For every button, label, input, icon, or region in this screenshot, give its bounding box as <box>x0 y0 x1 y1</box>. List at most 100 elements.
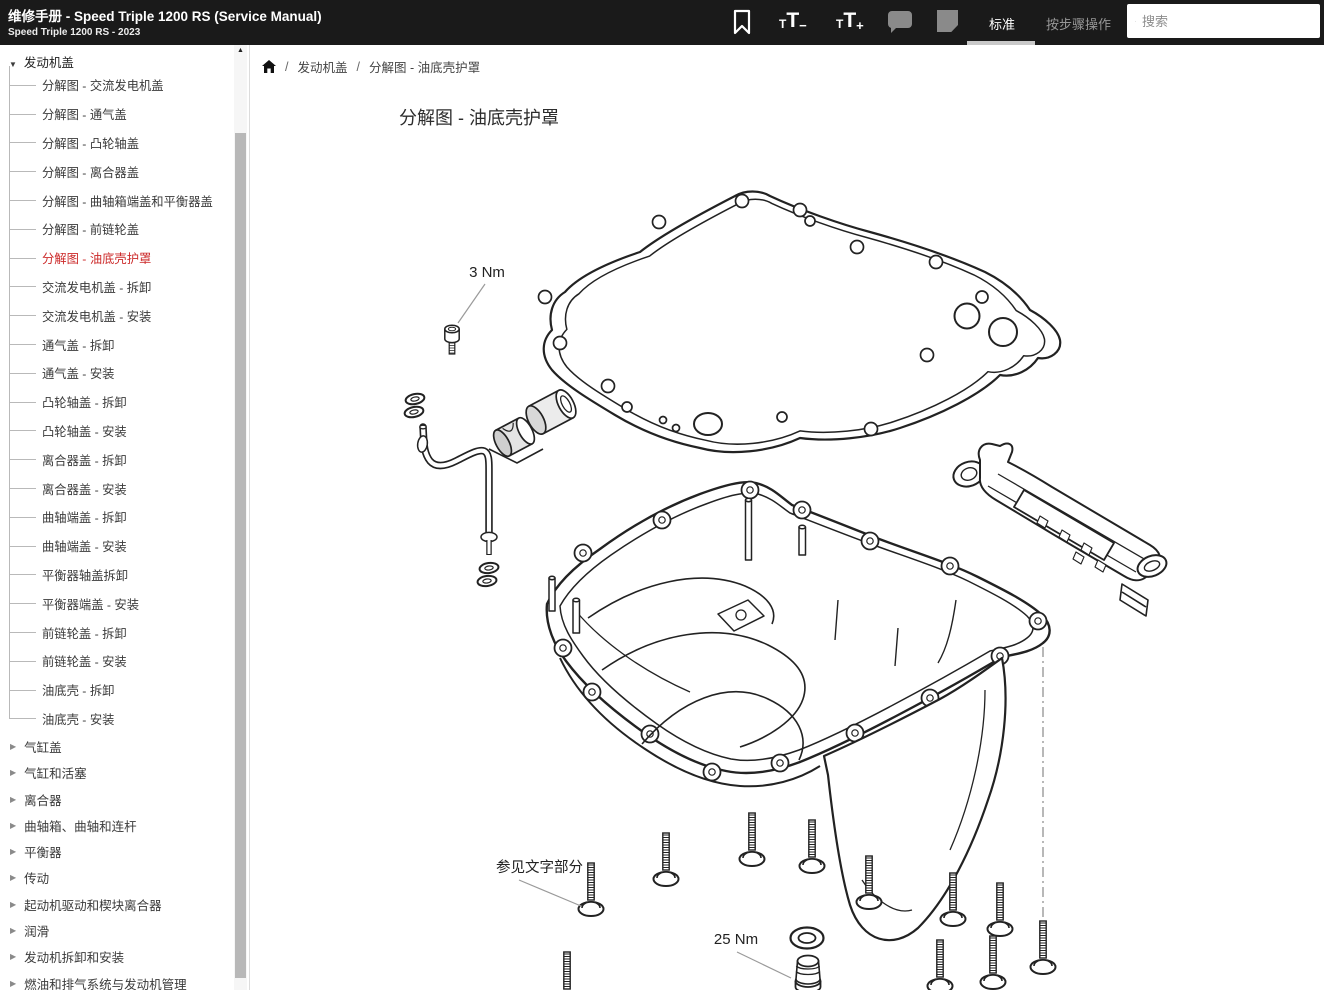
oil-sump-pan <box>547 460 1050 940</box>
sidebar-item[interactable]: 分解图 - 交流发电机盖 <box>0 71 249 100</box>
sidebar-item[interactable]: 平衡器轴盖拆卸 <box>0 561 249 590</box>
tree-connector <box>9 142 36 143</box>
font-increase-icon[interactable]: TT+ <box>836 10 864 31</box>
sidebar-scrollbar-thumb[interactable] <box>235 133 246 978</box>
sidebar-section-engine-covers[interactable]: ▼ 发动机盖 <box>0 45 249 71</box>
sidebar-section[interactable]: ▶ 平衡器 <box>0 839 249 865</box>
grommet-sleeve <box>490 415 538 459</box>
sidebar-item[interactable]: 离合器盖 - 安装 <box>0 474 249 503</box>
sump-gasket <box>539 192 1061 453</box>
sidebar-item-label: 平衡器端盖 - 安装 <box>42 595 139 613</box>
breadcrumb-item-current[interactable]: 分解图 - 油底壳护罩 <box>369 57 480 76</box>
bookmark-icon[interactable] <box>733 9 751 40</box>
sidebar-collapsed-sections: ▶ 气缸盖 ▶ 气缸和活塞 ▶ 离合器 ▶ 曲轴箱、曲轴和连杆 <box>0 733 249 990</box>
sidebar-item[interactable]: 交流发电机盖 - 拆卸 <box>0 273 249 302</box>
sidebar-item[interactable]: 分解图 - 凸轮轴盖 <box>0 129 249 158</box>
tree-connector <box>9 286 36 287</box>
sidebar-item[interactable]: 曲轴端盖 - 安装 <box>0 532 249 561</box>
sidebar-section[interactable]: ▶ 燃油和排气系统与发动机管理 <box>0 970 249 990</box>
sidebar-item-label: 通气盖 - 安装 <box>42 364 114 382</box>
sidebar-item[interactable]: 交流发电机盖 - 安装 <box>0 301 249 330</box>
sidebar-item[interactable]: 分解图 - 油底壳护罩 <box>0 244 249 273</box>
sidebar-item-label: 交流发电机盖 - 安装 <box>42 307 151 325</box>
sidebar-item-label: 分解图 - 离合器盖 <box>42 163 139 181</box>
sidebar-item[interactable]: 前链轮盖 - 安装 <box>0 647 249 676</box>
font-increase-small-t: T <box>836 18 843 30</box>
search-box <box>1127 4 1320 38</box>
sealing-washer <box>791 928 824 949</box>
tree-connector <box>9 200 36 201</box>
chevron-right-icon: ▶ <box>10 795 16 804</box>
chevron-right-icon: ▶ <box>10 900 16 909</box>
font-increase-sign: + <box>856 19 864 32</box>
sidebar-item-label: 分解图 - 前链轮盖 <box>42 220 139 238</box>
breadcrumb-item-engine-covers[interactable]: 发动机盖 <box>297 57 347 76</box>
sidebar-section[interactable]: ▶ 气缸和活塞 <box>0 760 249 786</box>
tree-connector <box>9 344 36 345</box>
sidebar-section-label: 曲轴箱、曲轴和连杆 <box>24 816 137 835</box>
sidebar-item-label: 凸轮轴盖 - 安装 <box>42 422 127 440</box>
torque-label-small: 3 Nm <box>469 264 505 281</box>
search-input[interactable] <box>1140 13 1320 30</box>
sidebar-section[interactable]: ▶ 发动机拆卸和安装 <box>0 944 249 970</box>
title-bar: 维修手册 - Speed Triple 1200 RS (Service Man… <box>0 0 1324 45</box>
sidebar-section[interactable]: ▶ 曲轴箱、曲轴和连杆 <box>0 812 249 838</box>
sidebar-item[interactable]: 分解图 - 曲轴箱端盖和平衡器盖 <box>0 186 249 215</box>
service-manual-app: 3 Nm 参见文字部分 25 Nm 维修手册 - Speed Triple 12… <box>0 0 1324 990</box>
sidebar-item[interactable]: 平衡器端盖 - 安装 <box>0 589 249 618</box>
page-title: 分解图 - 油底壳护罩 <box>399 104 559 130</box>
sidebar-item[interactable]: 分解图 - 离合器盖 <box>0 157 249 186</box>
sidebar-section-label: 润滑 <box>24 921 49 940</box>
flange-bolts <box>555 813 1056 990</box>
sidebar-section[interactable]: ▶ 离合器 <box>0 786 249 812</box>
tab-step-by-step[interactable]: 按步骤操作 <box>1046 14 1111 33</box>
sidebar-item-label: 分解图 - 油底壳护罩 <box>42 249 151 267</box>
sidebar-section[interactable]: ▶ 润滑 <box>0 917 249 943</box>
sidebar-section[interactable]: ▶ 传动 <box>0 865 249 891</box>
search-icon <box>1135 12 1136 31</box>
sidebar-item-label: 分解图 - 通气盖 <box>42 105 127 123</box>
scroll-up-icon[interactable]: ▲ <box>234 45 247 57</box>
tree-connector <box>9 171 36 172</box>
mounting-bracket <box>950 444 1170 616</box>
toc-sidebar: ▼ 发动机盖 分解图 - 交流发电机盖 分解图 - 通气盖 分解图 - 凸轮轴盖 <box>0 45 250 990</box>
sidebar-item[interactable]: 通气盖 - 安装 <box>0 359 249 388</box>
sidebar-section[interactable]: ▶ 气缸盖 <box>0 733 249 759</box>
sidebar-item[interactable]: 离合器盖 - 拆卸 <box>0 445 249 474</box>
chevron-right-icon: ▶ <box>10 979 16 988</box>
comment-icon[interactable] <box>888 11 912 28</box>
tree-connector <box>9 546 36 547</box>
sidebar-item[interactable]: 分解图 - 通气盖 <box>0 100 249 129</box>
sidebar-item[interactable]: 凸轮轴盖 - 安装 <box>0 417 249 446</box>
sidebar-section[interactable]: ▶ 起动机驱动和楔块离合器 <box>0 891 249 917</box>
sidebar-item-label: 分解图 - 曲轴箱端盖和平衡器盖 <box>42 192 213 210</box>
sidebar-item-label: 油底壳 - 安装 <box>42 710 114 728</box>
breadcrumb-separator: / <box>357 60 360 74</box>
sidebar-item[interactable]: 曲轴端盖 - 拆卸 <box>0 503 249 532</box>
sidebar-item-label: 分解图 - 凸轮轴盖 <box>42 134 139 152</box>
chevron-right-icon: ▶ <box>10 742 16 751</box>
tree-connector <box>9 661 36 662</box>
sidebar-item[interactable]: 前链轮盖 - 拆卸 <box>0 618 249 647</box>
home-icon[interactable] <box>262 60 276 73</box>
sidebar-item[interactable]: 油底壳 - 安装 <box>0 705 249 734</box>
sidebar-item-label: 离合器盖 - 拆卸 <box>42 451 127 469</box>
callouts: 3 Nm 参见文字部分 25 Nm <box>458 264 791 978</box>
sidebar-item[interactable]: 油底壳 - 拆卸 <box>0 676 249 705</box>
sidebar-item-label: 前链轮盖 - 安装 <box>42 652 127 670</box>
oil-pipe-assembly <box>404 387 580 587</box>
sidebar-item[interactable]: 凸轮轴盖 - 拆卸 <box>0 388 249 417</box>
note-icon[interactable] <box>937 10 958 32</box>
tab-standard[interactable]: 标准 <box>989 14 1015 33</box>
sidebar-item[interactable]: 通气盖 - 拆卸 <box>0 330 249 359</box>
sidebar-item[interactable]: 分解图 - 前链轮盖 <box>0 215 249 244</box>
tree-connector <box>9 603 36 604</box>
sidebar-section-label: 起动机驱动和楔块离合器 <box>24 895 162 914</box>
sidebar-section-label: 传动 <box>24 868 49 887</box>
chevron-right-icon: ▶ <box>10 952 16 961</box>
tree-connector <box>9 229 36 230</box>
font-decrease-icon[interactable]: TT− <box>779 10 807 31</box>
sidebar-item-label: 通气盖 - 拆卸 <box>42 336 114 354</box>
tree-connector <box>9 718 36 719</box>
see-text-label: 参见文字部分 <box>496 859 583 876</box>
